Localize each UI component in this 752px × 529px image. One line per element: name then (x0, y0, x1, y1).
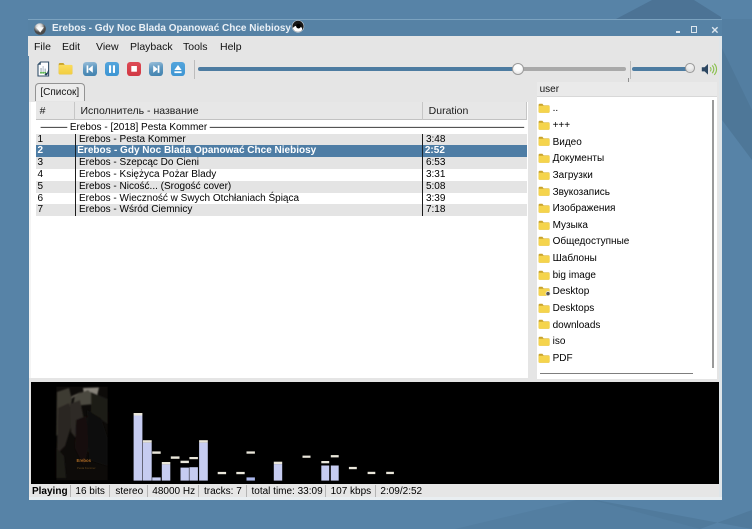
svg-text:Pesta Kommer: Pesta Kommer (77, 466, 96, 470)
svg-text:Erebos: Erebos (77, 458, 92, 463)
